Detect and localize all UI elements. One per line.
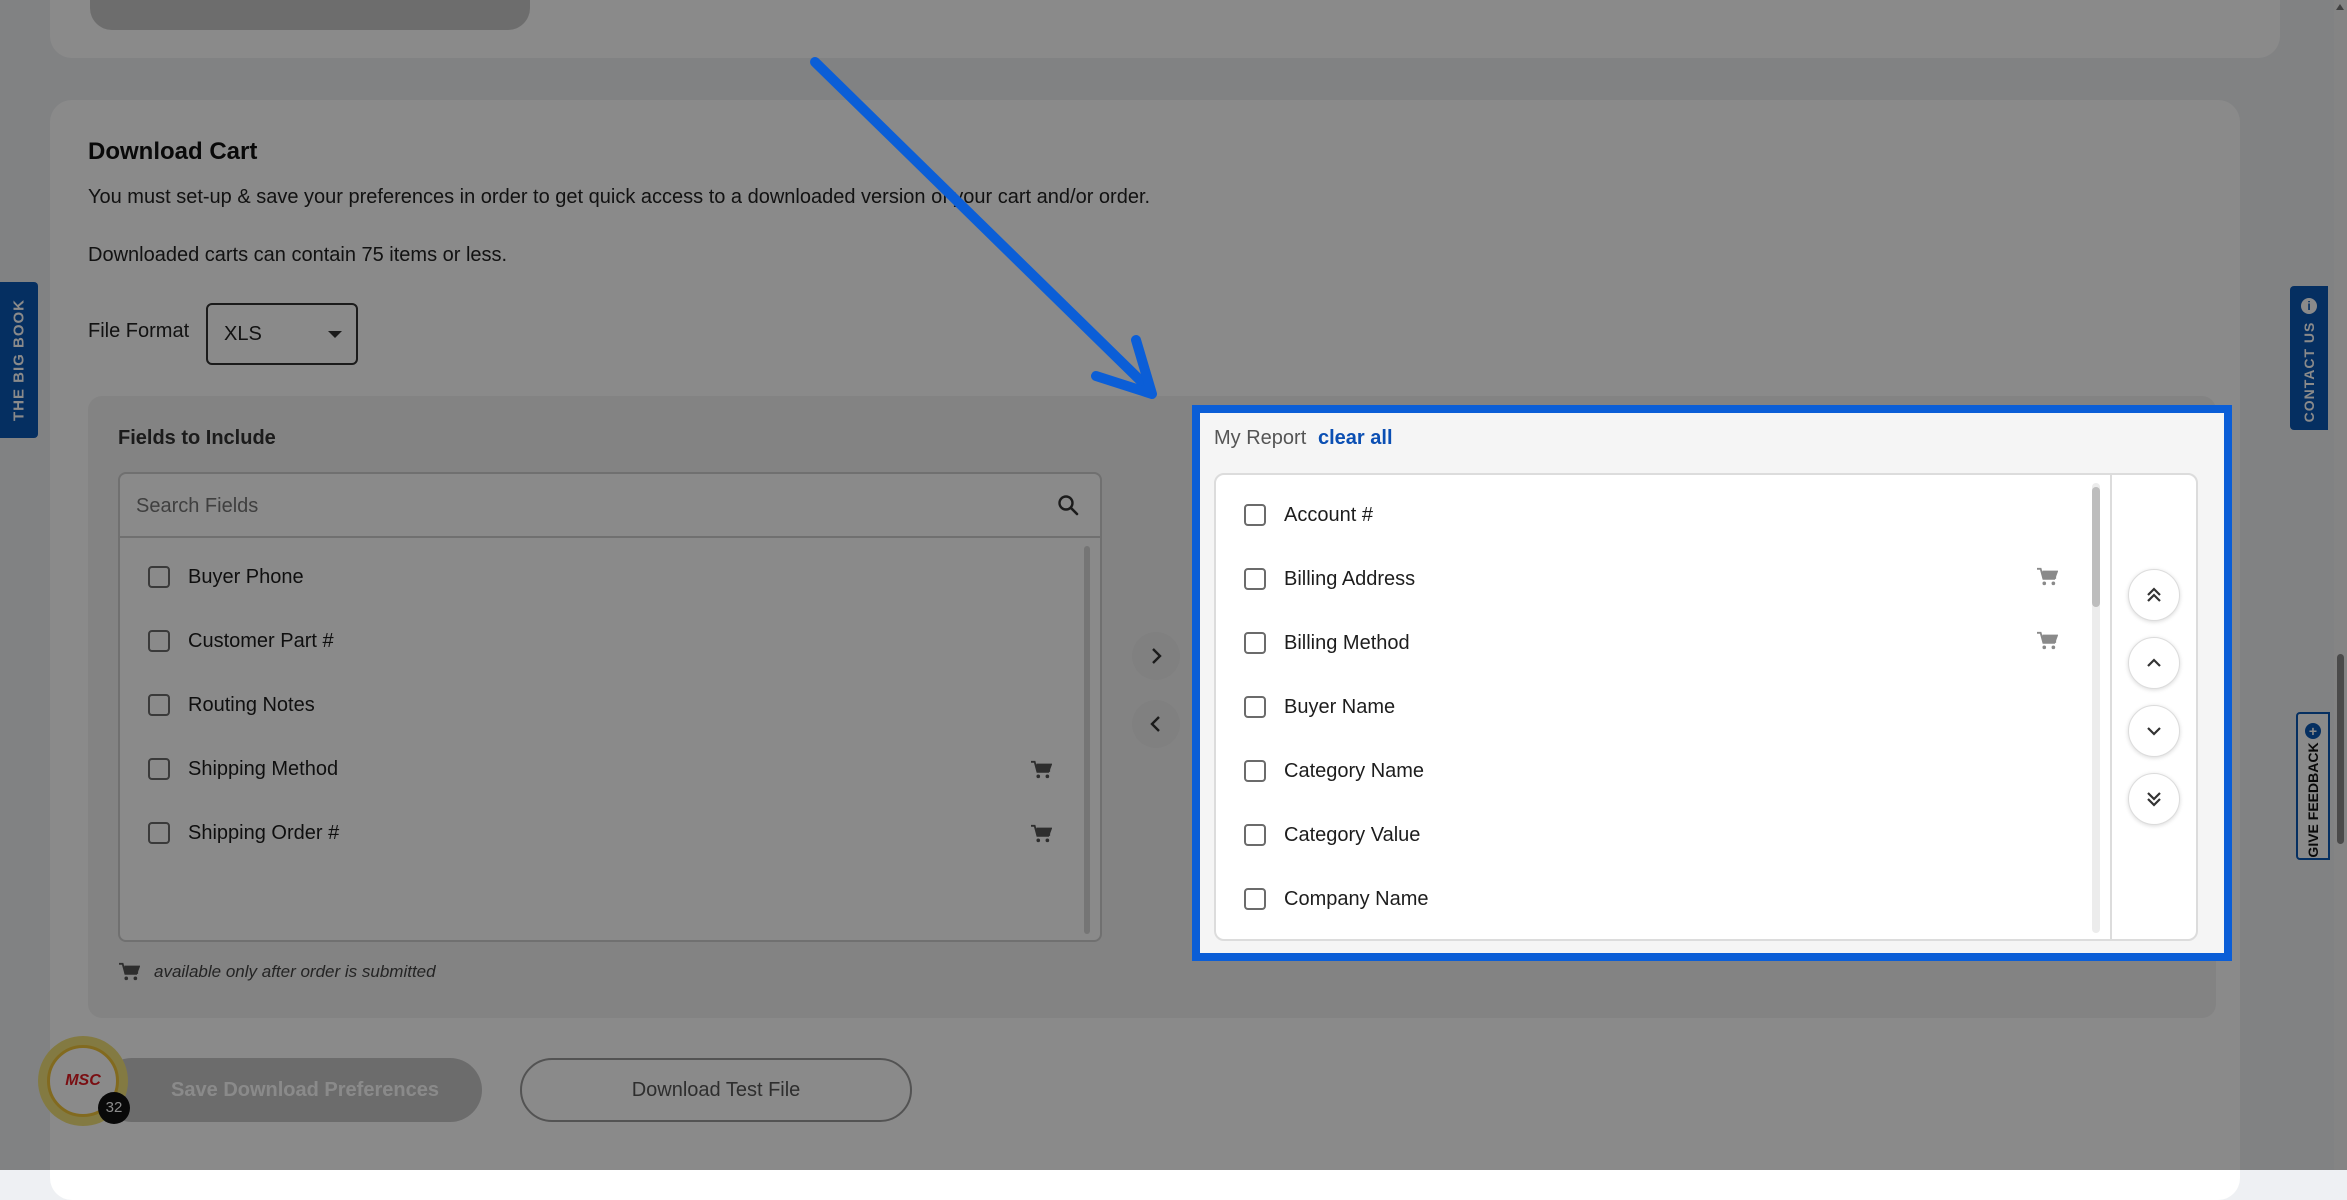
annotation-arrow <box>810 57 1157 399</box>
